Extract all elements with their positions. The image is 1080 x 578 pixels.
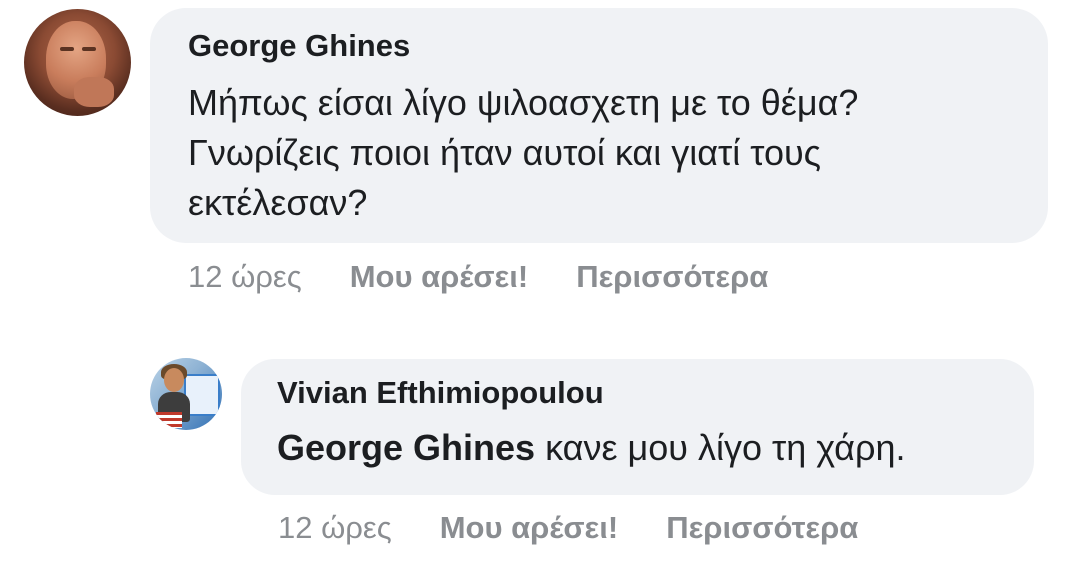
avatar-brow bbox=[60, 47, 74, 51]
more-button[interactable]: Περισσότερα bbox=[666, 510, 858, 546]
comment-timestamp[interactable]: 12 ώρες bbox=[188, 259, 302, 295]
reply-text: George Ghines κανε μου λίγο τη χάρη. bbox=[277, 423, 905, 473]
reply-timestamp[interactable]: 12 ώρες bbox=[278, 510, 392, 546]
reply-author[interactable]: Vivian Efthimiopoulou bbox=[277, 375, 604, 411]
avatar-brow bbox=[82, 47, 96, 51]
like-button[interactable]: Μου αρέσει! bbox=[350, 259, 529, 295]
commenter-avatar[interactable] bbox=[24, 9, 131, 116]
mention-link[interactable]: George Ghines bbox=[277, 427, 535, 468]
more-button[interactable]: Περισσότερα bbox=[576, 259, 768, 295]
comment-text: Μήπως είσαι λίγο ψιλοασχετη με το θέμα? … bbox=[188, 78, 858, 228]
avatar-hand bbox=[74, 77, 114, 107]
comment-text-line: Γνωρίζεις ποιοι ήταν αυτοί και γιατί του… bbox=[188, 132, 822, 173]
comment-actions: 12 ώρες Μου αρέσει! Περισσότερα bbox=[188, 259, 768, 295]
comment-text-line: εκτέλεσαν? bbox=[188, 182, 368, 223]
comment-author[interactable]: George Ghines bbox=[188, 28, 410, 64]
avatar-face bbox=[164, 368, 184, 392]
avatar-flag bbox=[156, 412, 182, 428]
reply-avatar[interactable] bbox=[150, 358, 222, 430]
reply-text-body: κανε μου λίγο τη χάρη. bbox=[535, 427, 906, 468]
like-button[interactable]: Μου αρέσει! bbox=[440, 510, 619, 546]
comment-bubble: George Ghines Μήπως είσαι λίγο ψιλοασχετ… bbox=[150, 8, 1048, 243]
reply-bubble: Vivian Efthimiopoulou George Ghines κανε… bbox=[241, 359, 1034, 495]
reply-actions: 12 ώρες Μου αρέσει! Περισσότερα bbox=[278, 510, 858, 546]
comment-text-line: Μήπως είσαι λίγο ψιλοασχετη με το θέμα? bbox=[188, 82, 859, 123]
